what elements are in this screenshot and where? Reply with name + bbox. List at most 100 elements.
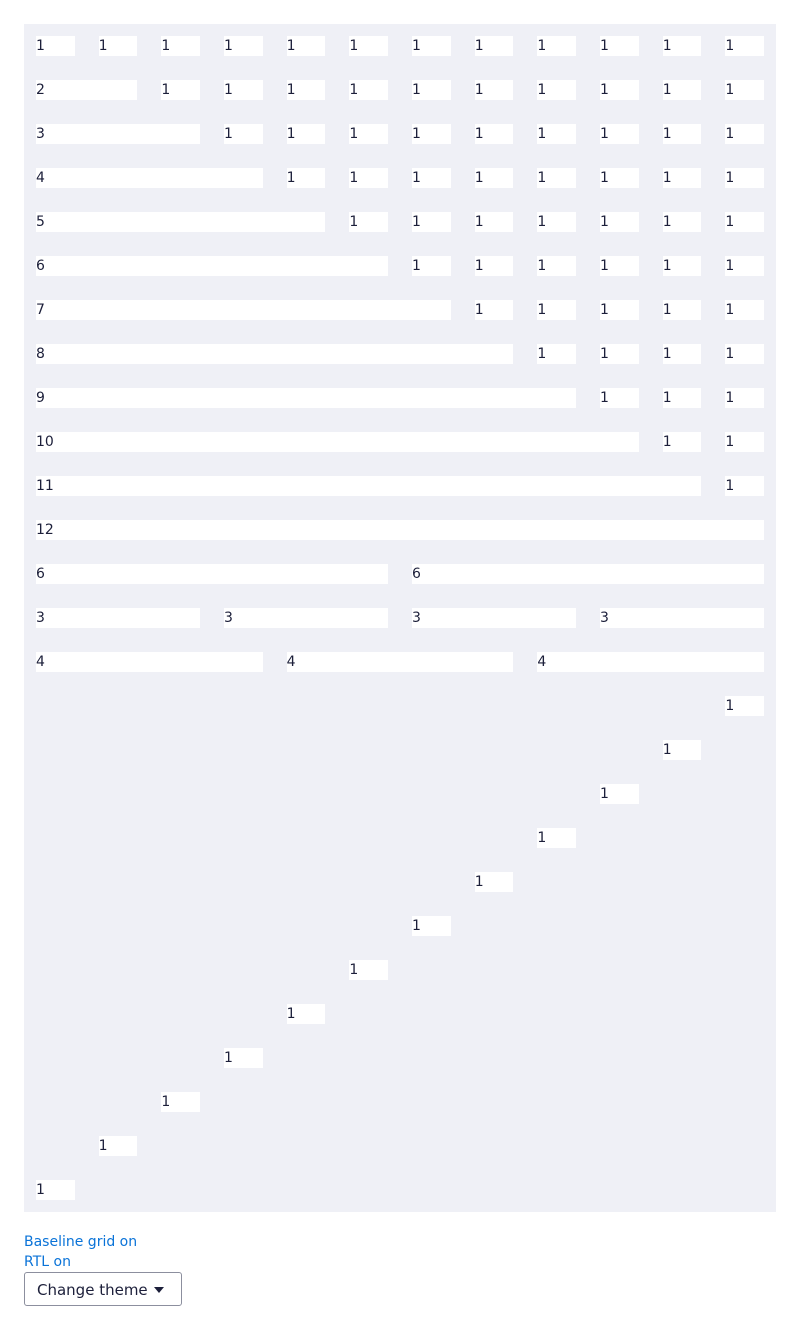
grid-cell-span-1: 1 [537,300,577,320]
grid-cell-span-1: 1 [662,212,702,232]
change-theme-label: Change theme [37,1281,148,1299]
grid-cell-span-6: 6 [36,256,389,276]
grid-cell-span-1: 1 [725,696,765,716]
change-theme-select[interactable]: Change theme [24,1272,182,1306]
grid-cell-span-1: 1 [600,344,639,364]
grid-cell-span-1: 1 [725,168,765,188]
grid-cell-span-1: 1 [600,388,639,408]
grid-cell-span-1: 1 [600,784,639,804]
grid-cell-span-5: 5 [36,212,326,232]
grid-cell-span-1: 1 [725,388,765,408]
grid-cell-span-1: 1 [412,916,451,936]
grid-cell-span-1: 1 [349,124,388,144]
grid-cell-span-1: 1 [161,1092,200,1112]
grid-cell-span-1: 1 [600,124,639,144]
grid-row: 1 [36,696,765,716]
grid-cell-span-1: 1 [474,300,514,320]
grid-cell-span-1: 1 [286,80,326,100]
grid-cell-span-1: 1 [412,256,451,276]
grid-cell-span-7: 7 [36,300,451,320]
grid-cell-span-3: 3 [412,608,577,628]
grid-cell-span-1: 1 [36,36,75,56]
grid-cell-span-1: 1 [224,80,263,100]
grid-row: 3 3 3 3 [36,608,765,628]
grid-cell-span-1: 1 [725,80,765,100]
grid-container: 1 1 1 1 1 1 1 1 1 1 1 12 1 1 1 1 1 1 1 1 1 1 3 1 1 1 1 1 1 1 1 1 4 1 1 1 1 1 1… [36,36,765,1200]
grid-demo-panel: 1 1 1 1 1 1 1 1 1 1 1 12 1 1 1 1 1 1 1 1 1 1 3 1 1 1 1 1 1 1 1 1 4 1 1 1 1 1 1… [24,24,776,1212]
grid-cell-span-1: 1 [474,256,514,276]
grid-row: 1 [36,916,764,936]
grid-cell-span-12: 12 [36,520,765,540]
controls: Baseline grid on RTL on Change theme [24,1232,424,1306]
grid-cell-span-1: 1 [412,36,451,56]
grid-cell-span-1: 1 [537,256,577,276]
grid-row: 1 [36,1092,764,1112]
grid-cell-span-1: 1 [286,1004,326,1024]
grid-cell-span-1: 1 [537,828,577,848]
grid-cell-span-4: 4 [36,652,263,672]
grid-row: 2 1 1 1 1 1 1 1 1 1 1 [36,80,765,100]
grid-cell-span-1: 1 [286,124,326,144]
grid-cell-span-1: 1 [725,432,765,452]
grid-cell-span-1: 1 [662,36,702,56]
grid-cell-span-1: 1 [662,740,702,760]
grid-cell-span-1: 1 [412,168,451,188]
grid-row: 12 [36,520,765,540]
grid-cell-span-1: 1 [349,80,388,100]
grid-cell-span-1: 1 [600,80,639,100]
grid-cell-span-8: 8 [36,344,514,364]
grid-cell-span-1: 1 [725,256,765,276]
grid-cell-span-6: 6 [36,564,389,584]
grid-row: 9 1 1 1 [36,388,765,408]
grid-row: 5 1 1 1 1 1 1 1 [36,212,765,232]
grid-cell-span-6: 6 [412,564,765,584]
grid-cell-span-1: 1 [600,36,639,56]
grid-cell-span-1: 1 [537,168,577,188]
grid-cell-span-1: 1 [537,124,577,144]
grid-row: 66 [36,564,765,584]
grid-row: 1 [36,960,764,980]
grid-cell-span-1: 1 [474,212,514,232]
grid-row: 3 1 1 1 1 1 1 1 1 1 [36,124,765,144]
grid-cell-span-1: 1 [474,124,514,144]
grid-cell-span-1: 1 [412,212,451,232]
grid-row: 1 [36,1180,764,1200]
grid-row: 4 4 4 [36,652,765,672]
grid-cell-span-1: 1 [725,344,765,364]
grid-cell-span-1: 1 [474,80,514,100]
grid-row: 1 [36,1004,764,1024]
grid-row: 10 1 1 [36,432,765,452]
grid-cell-span-1: 1 [286,168,326,188]
grid-cell-span-1: 1 [537,36,577,56]
baseline-grid-toggle[interactable]: Baseline grid on [24,1232,137,1252]
grid-cell-span-10: 10 [36,432,639,452]
grid-cell-span-1: 1 [286,36,326,56]
grid-cell-span-1: 1 [537,80,577,100]
grid-cell-span-1: 1 [224,124,263,144]
grid-cell-span-3: 3 [36,608,200,628]
grid-row: 1 [36,784,764,804]
grid-cell-span-1: 1 [662,388,702,408]
grid-cell-span-1: 1 [600,300,639,320]
grid-cell-span-1: 1 [662,432,702,452]
grid-cell-span-1: 1 [600,168,639,188]
grid-cell-span-1: 1 [662,168,702,188]
rtl-toggle[interactable]: RTL on [24,1252,71,1272]
grid-cell-span-1: 1 [600,212,639,232]
grid-cell-span-1: 1 [161,80,200,100]
grid-row: 1 [36,828,764,848]
grid-cell-span-1: 1 [725,212,765,232]
grid-cell-span-1: 1 [725,36,765,56]
grid-cell-span-1: 1 [349,960,388,980]
grid-cell-span-1: 1 [349,212,388,232]
grid-cell-span-1: 1 [600,256,639,276]
grid-cell-span-1: 1 [725,124,765,144]
grid-row: 1 [36,1048,764,1068]
grid-cell-span-1: 1 [474,872,514,892]
grid-row: 1 [36,1136,764,1156]
grid-row: 1 [36,872,764,892]
grid-cell-span-4: 4 [537,652,765,672]
grid-cell-span-3: 3 [600,608,765,628]
grid-row: 7 1 1 1 1 1 [36,300,765,320]
grid-cell-span-1: 1 [474,36,514,56]
